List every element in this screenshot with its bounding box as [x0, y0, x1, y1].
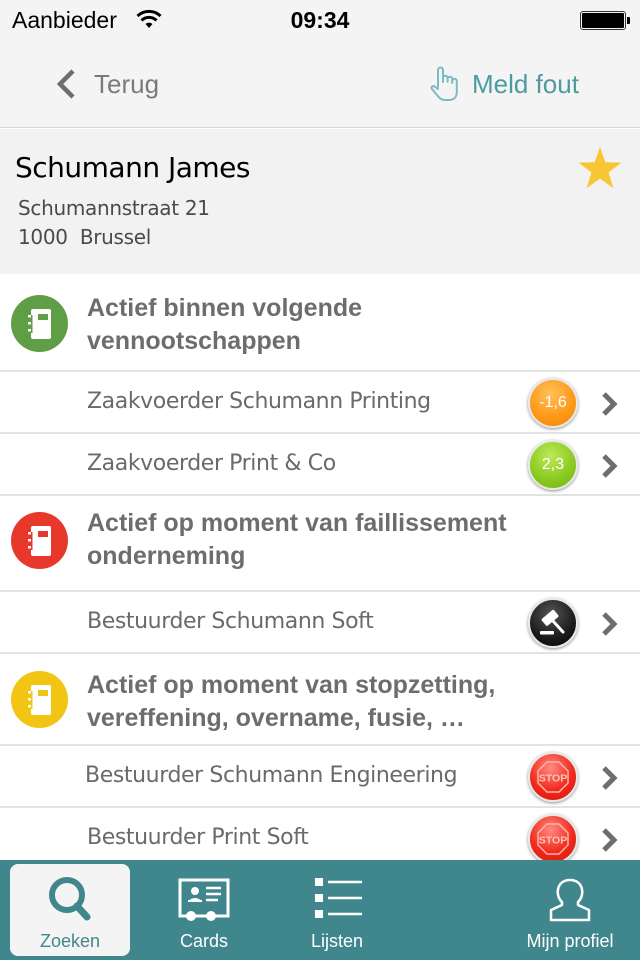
chevron-right-icon [602, 766, 618, 790]
tab-cards[interactable]: Cards [145, 864, 263, 956]
battery-tip [627, 17, 630, 24]
battery-full-icon [580, 11, 626, 30]
score-badge: -1,6 [528, 378, 578, 428]
back-button[interactable]: Terug [54, 64, 159, 104]
search-icon [49, 877, 91, 921]
list-item[interactable]: Bestuurder Schumann Soft [0, 592, 640, 654]
section-title: Actief op moment van faillissement onder… [87, 509, 507, 570]
pointing-hand-icon [430, 66, 458, 101]
stop-sign-icon: STOP [537, 761, 569, 793]
tab-bar: Zoeken Cards Lijsten Mijn profiel [0, 860, 640, 960]
notebook-icon [11, 295, 68, 352]
report-error-label: Meld fout [472, 68, 579, 99]
tab-label: Lijsten [310, 931, 364, 951]
tab-label: Mijn profiel [526, 931, 614, 951]
clock: 09:34 [290, 7, 350, 33]
stop-badge: STOP [528, 814, 578, 864]
section-title: Actief op moment van stopzetting, vereff… [87, 671, 496, 732]
list-icon [315, 878, 362, 918]
svg-text:STOP: STOP [539, 773, 567, 785]
back-label: Terug [94, 68, 160, 99]
section-title: Actief binnen volgende vennootschappen [87, 294, 363, 355]
list-item-label: Zaakvoerder Schumann Printing [87, 389, 431, 414]
gavel-badge [528, 598, 578, 648]
section-header-active-companies: Actief binnen volgende vennootschappen [0, 274, 640, 372]
person-header: Schumann James Schumannstraat 21 1000 Br… [0, 129, 640, 274]
person-city: 1000 Brussel [18, 225, 152, 249]
id-card-icon [178, 878, 230, 921]
svg-text:STOP: STOP [539, 835, 567, 847]
notebook-icon [11, 512, 68, 569]
tab-lijsten[interactable]: Lijsten [278, 864, 396, 956]
chevron-right-icon [602, 392, 618, 416]
favorite-star-icon[interactable] [577, 146, 623, 190]
chevron-left-icon [56, 69, 75, 99]
section-header-discontinuation: Actief op moment van stopzetting, vereff… [0, 654, 640, 746]
list-item-label: Bestuurder Schumann Soft [87, 609, 374, 634]
status-bar: Aanbieder 09:34 [0, 0, 640, 40]
tab-mijn-profiel[interactable]: Mijn profiel [510, 864, 630, 956]
gavel-icon [540, 609, 565, 635]
tab-label: Zoeken [39, 931, 101, 951]
navigation-bar: Terug Meld fout [0, 40, 640, 128]
chevron-right-icon [602, 828, 618, 852]
list-item-label: Bestuurder Print Soft [87, 825, 309, 850]
person-street: Schumannstraat 21 [18, 196, 210, 220]
report-error-button[interactable]: Meld fout [428, 64, 579, 104]
list-item-label: Zaakvoerder Print & Co [87, 451, 336, 476]
person-name: Schumann James [15, 151, 251, 184]
notebook-icon [11, 671, 68, 728]
list-item[interactable]: Zaakvoerder Print & Co 2,3 [0, 434, 640, 496]
stop-sign-icon: STOP [537, 823, 569, 855]
stop-badge: STOP [528, 752, 578, 802]
list-item-label: Bestuurder Schumann Engineering [85, 763, 458, 788]
chevron-right-icon [602, 612, 618, 636]
section-header-bankruptcy: Actief op moment van faillissement onder… [0, 496, 640, 592]
list-item[interactable]: Zaakvoerder Schumann Printing -1,6 [0, 372, 640, 434]
list-item[interactable]: Bestuurder Schumann Engineering STOP [0, 746, 640, 808]
chevron-right-icon [602, 454, 618, 478]
tab-zoeken[interactable]: Zoeken [10, 864, 130, 956]
tab-label: Cards [179, 931, 228, 951]
score-badge: 2,3 [528, 440, 578, 490]
user-icon [549, 878, 591, 922]
